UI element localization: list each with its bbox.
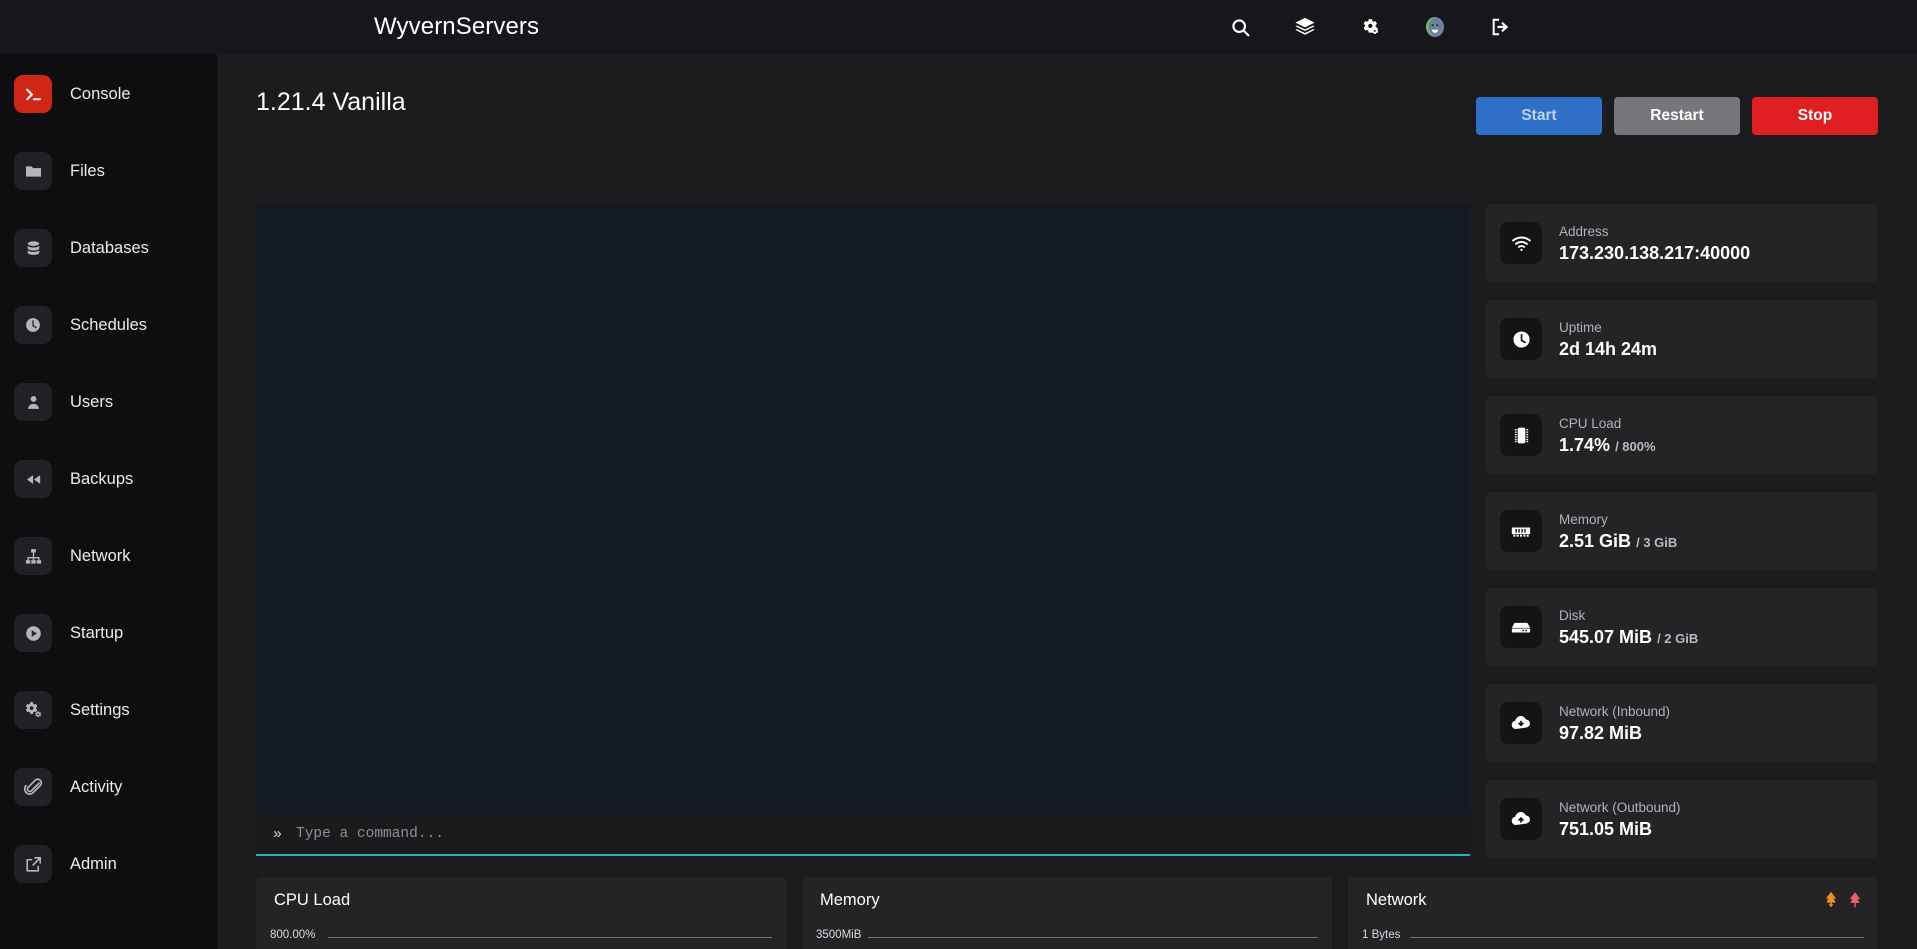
gears-icon <box>14 691 52 729</box>
cloud-upload-icon <box>1500 798 1542 840</box>
cloud-download-icon <box>1500 702 1542 744</box>
sidebar-item-label: Backups <box>70 469 134 488</box>
terminal-icon <box>14 75 52 113</box>
stat-value: 2d 14h 24m <box>1559 338 1658 359</box>
stat-label: Network (Outbound) <box>1559 799 1681 815</box>
start-button[interactable]: Start <box>1476 97 1602 135</box>
sidebar-item-activity[interactable]: Activity <box>0 763 217 811</box>
main-content: 1.21.4 Vanilla Start Restart Stop » Type… <box>217 54 1917 949</box>
stat-value: 545.07 MiB / 2 GiB <box>1559 626 1699 647</box>
stat-label: Memory <box>1559 511 1608 527</box>
stat-cpu-load: CPU Load 1.74% / 800% <box>1486 396 1878 474</box>
sidebar-item-users[interactable]: Users <box>0 378 217 426</box>
database-icon <box>14 229 52 267</box>
play-circle-icon <box>14 614 52 652</box>
stat-value: 1.74% / 800% <box>1559 434 1656 455</box>
stat-disk: Disk 545.07 MiB / 2 GiB <box>1486 588 1878 666</box>
sidebar-item-backups[interactable]: Backups <box>0 455 217 503</box>
stat-value: 2.51 GiB / 3 GiB <box>1559 530 1678 551</box>
sitemap-icon <box>14 537 52 575</box>
sidebar-item-schedules[interactable]: Schedules <box>0 301 217 349</box>
microchip-icon <box>1500 414 1542 456</box>
sidebar-item-admin[interactable]: Admin <box>0 840 217 888</box>
external-link-icon <box>14 845 52 883</box>
stat-label: Uptime <box>1559 319 1602 335</box>
stat-label: Address <box>1559 223 1609 239</box>
sidebar-item-files[interactable]: Files <box>0 147 217 195</box>
stat-memory: Memory 2.51 GiB / 3 GiB <box>1486 492 1878 570</box>
wifi-icon <box>1500 222 1542 264</box>
clock-icon <box>1500 318 1542 360</box>
chart-card-memory: Memory 3500MiB <box>802 877 1332 949</box>
page-title: 1.21.4 Vanilla <box>256 88 406 116</box>
sidebar-item-settings[interactable]: Settings <box>0 686 217 734</box>
search-icon[interactable] <box>1228 15 1252 39</box>
hdd-icon <box>1500 606 1542 648</box>
sidebar-item-network[interactable]: Network <box>0 532 217 580</box>
memory-icon <box>1500 510 1542 552</box>
avatar-icon[interactable] <box>1423 15 1447 39</box>
stat-value: 751.05 MiB <box>1559 818 1653 839</box>
restart-button[interactable]: Restart <box>1614 97 1740 135</box>
sidebar-item-label: Settings <box>70 700 130 719</box>
layers-icon[interactable] <box>1293 15 1317 39</box>
paperclip-icon <box>14 768 52 806</box>
server-stats-panel: Address 173.230.138.217:40000 Uptime 2d … <box>1486 204 1878 876</box>
chart-plot-cpu <box>256 877 786 949</box>
sidebar-item-label: Users <box>70 392 114 411</box>
stat-uptime: Uptime 2d 14h 24m <box>1486 300 1878 378</box>
sidebar-item-console[interactable]: Console <box>0 70 217 118</box>
sidebar-item-startup[interactable]: Startup <box>0 609 217 657</box>
user-icon <box>14 383 52 421</box>
stat-address: Address 173.230.138.217:40000 <box>1486 204 1878 282</box>
stat-value: 97.82 MiB <box>1559 722 1643 743</box>
sidebar-item-label: Startup <box>70 623 124 642</box>
stat-label: Network (Inbound) <box>1559 703 1671 719</box>
power-actions: Start Restart Stop <box>1476 97 1878 135</box>
stat-label: CPU Load <box>1559 415 1622 431</box>
sidebar-item-label: Schedules <box>70 315 148 334</box>
sidebar-item-databases[interactable]: Databases <box>0 224 217 272</box>
sidebar-item-label: Activity <box>70 777 123 796</box>
chart-card-cpu-load: CPU Load 800.00% <box>256 877 786 949</box>
chart-card-network: Network 1 Bytes <box>1348 877 1878 949</box>
rewind-icon <box>14 460 52 498</box>
chart-plot-network <box>1348 877 1878 949</box>
stop-button[interactable]: Stop <box>1752 97 1878 135</box>
sidebar-item-label: Databases <box>70 238 149 257</box>
brand-title: WyvernServers <box>374 13 540 40</box>
chart-plot-memory <box>802 877 1332 949</box>
top-navigation-bar: WyvernServers <box>0 0 1917 54</box>
sidebar-item-label: Network <box>70 546 131 565</box>
console-panel: » <box>256 204 1470 861</box>
console-input-row[interactable]: » <box>256 814 1470 856</box>
stat-network-inbound: Network (Inbound) 97.82 MiB <box>1486 684 1878 762</box>
folder-icon <box>14 152 52 190</box>
sidebar-item-label: Files <box>70 161 105 180</box>
chevron-right-icon: » <box>273 825 283 843</box>
clock-icon <box>14 306 52 344</box>
gears-icon[interactable] <box>1358 15 1382 39</box>
command-input[interactable] <box>296 826 1470 842</box>
app-root: WyvernServers Console Files Databases Sc… <box>0 0 1917 949</box>
top-bar-icon-group <box>1228 0 1512 54</box>
console-output[interactable] <box>256 204 1470 814</box>
chart-cards-row: CPU Load 800.00% Memory 3500MiB Network <box>256 877 1878 949</box>
sidebar-item-label: Admin <box>70 854 117 873</box>
stat-value: 173.230.138.217:40000 <box>1559 242 1751 263</box>
sidebar-navigation: Console Files Databases Schedules Users … <box>0 54 217 949</box>
stat-label: Disk <box>1559 607 1586 623</box>
logout-icon[interactable] <box>1488 15 1512 39</box>
stat-network-outbound: Network (Outbound) 751.05 MiB <box>1486 780 1878 858</box>
sidebar-item-label: Console <box>70 84 131 103</box>
